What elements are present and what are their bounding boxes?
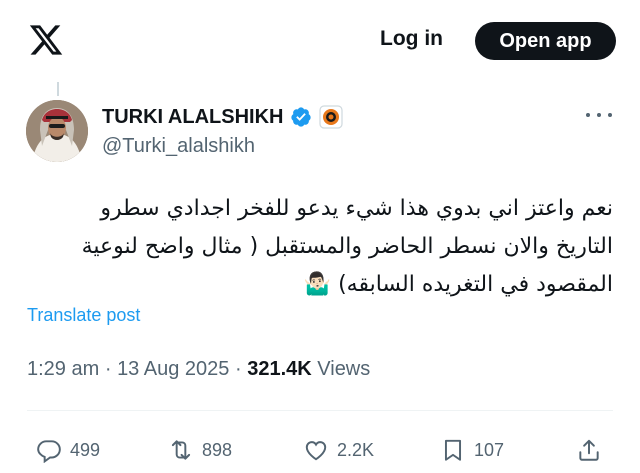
author-name-row: TURKI ALALSHIKH xyxy=(102,104,344,130)
more-options-icon[interactable] xyxy=(586,110,612,120)
more-dot xyxy=(597,113,601,117)
meta-separator: · xyxy=(104,358,112,380)
tweet-text: نعم واعتز اني بدوي هذا شيء يدعو للفخر اج… xyxy=(23,190,613,304)
bookmark-count: 107 xyxy=(474,439,505,460)
translate-post-link[interactable]: Translate post xyxy=(27,305,140,326)
tweet-text-line: التاريخ والان نسطر الحاضر والمستقبل ( مث… xyxy=(81,234,613,259)
views-count: 321.4K xyxy=(247,358,312,380)
open-app-button[interactable]: Open app xyxy=(475,22,616,60)
heart-icon xyxy=(305,441,327,461)
avatar-image xyxy=(26,100,88,162)
bookmark-icon xyxy=(444,439,462,461)
share-icon xyxy=(579,439,599,461)
more-dot xyxy=(608,113,612,117)
reply-button[interactable]: 499 xyxy=(36,430,100,470)
verified-badge-icon xyxy=(291,107,312,127)
share-button[interactable] xyxy=(576,430,602,470)
shrug-emoji: 🤷🏻‍♂️ xyxy=(303,272,332,297)
thread-connector xyxy=(57,82,59,96)
login-link[interactable]: Log in xyxy=(380,27,443,55)
repost-count: 898 xyxy=(202,439,233,460)
more-dot xyxy=(586,113,590,117)
divider xyxy=(27,410,613,411)
reply-icon xyxy=(37,440,61,463)
tweet-time[interactable]: 1:29 am xyxy=(27,358,99,380)
like-count: 2.2K xyxy=(337,439,375,460)
reply-count: 499 xyxy=(70,439,101,460)
affiliate-badge-icon[interactable] xyxy=(319,105,344,129)
repost-button[interactable]: 898 xyxy=(168,430,232,470)
author-handle[interactable]: @Turki_alalshikh xyxy=(102,135,255,158)
top-bar: Log in Open app xyxy=(0,0,640,82)
tweet-meta: 1:29 am · 13 Aug 2025 · 321.4K Views xyxy=(27,358,370,381)
tweet-date[interactable]: 13 Aug 2025 xyxy=(117,358,229,380)
bookmark-button[interactable]: 107 xyxy=(440,430,504,470)
like-button[interactable]: 2.2K xyxy=(303,430,374,470)
views-label: Views xyxy=(317,358,371,380)
avatar[interactable] xyxy=(26,100,88,162)
action-bar: 499 898 2.2K 107 xyxy=(0,430,640,470)
author-display-name[interactable]: TURKI ALALSHIKH xyxy=(102,106,283,129)
tweet-text-segment: المقصود في التغريده السابقه) xyxy=(338,272,613,297)
tweet-text-line: نعم واعتز اني بدوي هذا شيء يدعو للفخر اج… xyxy=(100,196,613,221)
tweet-text-line: المقصود في التغريده السابقه) 🤷🏻‍♂️ xyxy=(23,266,613,304)
meta-separator: · xyxy=(234,358,242,380)
repost-icon xyxy=(171,440,191,460)
x-logo-icon[interactable] xyxy=(27,22,65,58)
